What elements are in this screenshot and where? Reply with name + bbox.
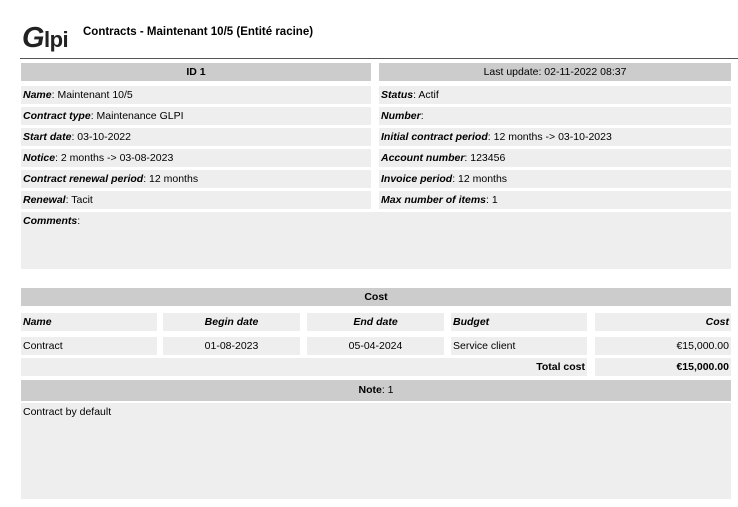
- field-value: : Maintenant 10/5: [51, 89, 133, 101]
- field-value: : Actif: [413, 89, 439, 101]
- note-count: : 1: [381, 384, 394, 396]
- field-value: : 123456: [464, 152, 506, 164]
- cost-col-begin: Begin date: [163, 313, 300, 331]
- field-value: :: [420, 110, 424, 122]
- cost-col-budget: Budget: [451, 313, 587, 331]
- svg-text:lpi: lpi: [44, 27, 68, 52]
- field-account-number: Account number: 123456: [379, 149, 731, 167]
- field-name: Name: Maintenant 10/5: [21, 86, 371, 104]
- comments-box: Comments:: [21, 212, 731, 269]
- note-body: Contract by default: [21, 403, 731, 499]
- field-label: Number: [381, 110, 421, 122]
- note-header: Note: 1: [21, 380, 731, 401]
- field-initial-period: Initial contract period: 12 months -> 03…: [379, 128, 731, 146]
- field-value: : 12 months: [143, 173, 199, 185]
- cost-row-end: 05-04-2024: [307, 337, 444, 355]
- field-max-items: Max number of items: 1: [379, 191, 731, 209]
- field-label: Start date: [23, 131, 72, 143]
- field-label: Contract renewal period: [23, 173, 144, 185]
- field-value: : Maintenance GLPI: [90, 110, 184, 122]
- id-header: ID 1: [21, 63, 371, 81]
- note-label: Note: [358, 384, 382, 396]
- cost-col-name: Name: [21, 313, 157, 331]
- total-cost-value: €15,000.00: [595, 358, 731, 376]
- field-value: : 2 months -> 03-08-2023: [55, 152, 174, 164]
- field-notice: Notice: 2 months -> 03-08-2023: [21, 149, 371, 167]
- field-status: Status: Actif: [379, 86, 731, 104]
- field-label: Initial contract period: [381, 131, 488, 143]
- comments-value: :: [77, 215, 81, 227]
- field-renewal: Renewal: Tacit: [21, 191, 371, 209]
- field-contract-type: Contract type: Maintenance GLPI: [21, 107, 371, 125]
- field-value: : 12 months: [452, 173, 508, 185]
- last-update-header: Last update: 02-11-2022 08:37: [379, 63, 731, 81]
- cost-col-cost: Cost: [595, 313, 731, 331]
- field-value: : 1: [486, 194, 498, 206]
- cost-section-title: Cost: [21, 288, 731, 306]
- glpi-logo: G lpi: [22, 22, 69, 54]
- field-value: : Tacit: [65, 194, 93, 206]
- field-value: : 12 months -> 03-10-2023: [487, 131, 612, 143]
- cost-row-name: Contract: [21, 337, 157, 355]
- field-start-date: Start date: 03-10-2022: [21, 128, 371, 146]
- cost-col-end: End date: [307, 313, 444, 331]
- field-number: Number:: [379, 107, 731, 125]
- field-label: Contract type: [23, 110, 91, 122]
- field-label: Renewal: [23, 194, 66, 206]
- cost-row-cost: €15,000.00: [595, 337, 731, 355]
- field-label: Name: [23, 89, 52, 101]
- cost-row-begin: 01-08-2023: [163, 337, 300, 355]
- cost-row-budget: Service client: [451, 337, 587, 355]
- field-label: Max number of items: [381, 194, 487, 206]
- field-value: : 03-10-2022: [71, 131, 131, 143]
- document-title: Contracts - Maintenant 10/5 (Entité raci…: [83, 26, 314, 38]
- document-header: G lpi Contracts - Maintenant 10/5 (Entit…: [22, 20, 734, 56]
- field-label: Status: [381, 89, 414, 101]
- comments-label: Comments: [23, 215, 78, 227]
- field-label: Account number: [381, 152, 465, 164]
- svg-text:G: G: [22, 22, 44, 54]
- field-label: Notice: [23, 152, 56, 164]
- field-renewal-period: Contract renewal period: 12 months: [21, 170, 371, 188]
- field-label: Invoice period: [381, 173, 453, 185]
- field-invoice-period: Invoice period: 12 months: [379, 170, 731, 188]
- header-divider: [20, 58, 738, 59]
- total-cost-label: Total cost: [21, 358, 587, 376]
